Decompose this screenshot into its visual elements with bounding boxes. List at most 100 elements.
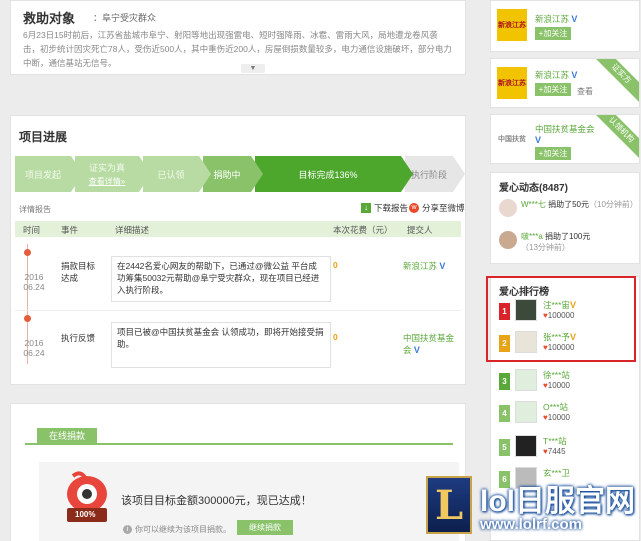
view-link[interactable]: 查看 (577, 86, 593, 97)
org-logo[interactable]: 中国扶贫 (497, 123, 527, 155)
watermark-url: www.lolrf.com (480, 516, 582, 533)
claimer-ribbon: 认领机构 (587, 115, 639, 163)
step-initiated: 项目发起 (15, 156, 83, 192)
weibo-mascot-icon (67, 471, 107, 522)
rank-name[interactable]: O***站 (543, 401, 568, 413)
org-name[interactable]: 中国扶贫基金会 V (535, 123, 595, 145)
rank-name[interactable]: 徐***站 (543, 369, 570, 381)
avatar[interactable] (515, 369, 537, 391)
download-label: 下载报告 (374, 203, 409, 213)
online-donation-panel: 在线捐款 100% 该项目目标金额300000元，现已达成！ i 你可以继续为该… (10, 403, 466, 541)
step-label: 已认领 (157, 169, 185, 180)
list-item: 啵***a 捐助了100元（13分钟前） (499, 231, 639, 259)
avatar[interactable] (515, 401, 537, 423)
progress-title: 项目进展 (19, 130, 68, 144)
col-cost: 本次花费（元） (333, 225, 393, 235)
step-goal-complete: 目标完成136% (255, 156, 413, 192)
row-detail: 项目已被@中国扶贫基金会 认领成功，即将开始接受捐助。 (111, 322, 331, 368)
leaderboard-item: 5 T***站 ♥7445 (499, 435, 635, 465)
org-logo[interactable]: 新浪江苏 (497, 67, 527, 99)
highlight-box (486, 276, 636, 362)
donation-feed: 爱心动态(8487) W***七 捐助了50元（10分钟前） 啵***a 捐助了… (490, 172, 640, 264)
row-detail: 在2442名爱心网友的帮助下，已通过@微公益 平台成功筹集50032元帮助@阜宁… (111, 256, 331, 302)
row-submitter[interactable]: 中国扶贫基金会 V (403, 332, 459, 356)
rescue-subject: ：阜宁受灾群众 (93, 13, 157, 23)
org-name[interactable]: 新浪江苏 V (535, 69, 577, 81)
info-icon: i (123, 525, 132, 534)
avatar[interactable] (499, 231, 517, 249)
step-claimed: 已认领 (143, 156, 211, 192)
avatar[interactable] (515, 435, 537, 457)
view-detail-link[interactable]: 查看详情» (89, 176, 125, 187)
watermark-title: lol日服官网 (480, 485, 635, 518)
org-card-claimer: 中国扶贫 中国扶贫基金会 V +加关注 认领机构 (490, 114, 640, 164)
row-submitter[interactable]: 新浪江苏 V (403, 260, 459, 272)
share-label: 分享至微博 (422, 203, 465, 213)
verified-v-icon: V (535, 135, 542, 145)
col-event: 事件 (61, 225, 79, 235)
col-submitter: 提交人 (407, 225, 433, 235)
expand-chevron-icon[interactable]: ▼ (241, 64, 265, 73)
lol-logo: L (426, 476, 472, 534)
row-date: 2016 06.24 (23, 338, 45, 358)
org-logo[interactable]: 新浪江苏 (497, 9, 527, 41)
leaderboard-item: 4 O***站 ♥10000 (499, 401, 635, 431)
table-header: 时间 事件 详细描述 本次花费（元） 提交人 (15, 221, 461, 237)
verified-v-icon: V (571, 14, 578, 24)
row-event: 执行反馈 (61, 333, 96, 343)
badge-100-percent: 100% (75, 510, 96, 519)
step-label: 证实为真 (88, 163, 125, 173)
rank-value: 7445 (547, 447, 566, 456)
org-name[interactable]: 新浪江苏 V (535, 13, 577, 25)
step-label: 目标完成136% (298, 169, 358, 180)
feed-user[interactable]: W***七 (521, 200, 546, 209)
progress-steps: 项目发起 证实为真 查看详情» 已认领 捐助中 目标完成136% 执行阶段 (15, 156, 465, 192)
org-card: 新浪江苏 新浪江苏 V +加关注 (490, 0, 640, 52)
rescue-target-card: 救助对象 ：阜宁受灾群众 6月23日15时前后，江苏省盐城市阜宁、射阳等地出现强… (10, 0, 466, 75)
donation-message: 该项目目标金额300000元，现已达成！ (121, 495, 312, 507)
step-label: 项目发起 (24, 169, 61, 180)
feed-title: 爱心动态(8487) (499, 183, 568, 194)
rank-value: 10000 (547, 381, 570, 390)
project-progress-panel: 项目进展 项目发起 证实为真 查看详情» 已认领 捐助中 目标完成136% 执行… (10, 115, 466, 385)
rescue-description: 6月23日15时前后，江苏省盐城市阜宁、射阳等地出现强雷电、短时强降雨、冰雹、雷… (23, 30, 452, 68)
rank-number: 4 (499, 405, 510, 422)
col-time: 时间 (23, 225, 41, 235)
download-icon: ↓ (361, 203, 371, 213)
follow-button[interactable]: +加关注 (535, 83, 571, 96)
step-label: 捐助中 (213, 169, 241, 180)
verified-v-icon: V (413, 345, 420, 355)
row-date: 2016 06.24 (23, 272, 45, 292)
row-cost: 0 (333, 260, 338, 270)
donation-note: i 你可以继续为该项目捐款。 (123, 524, 231, 535)
verifier-ribbon: 证实方 (587, 59, 639, 107)
share-weibo-button[interactable]: w 分享至微博 (409, 202, 465, 214)
tab-online-donation[interactable]: 在线捐款 (37, 428, 97, 445)
org-card-verifier: 新浪江苏 新浪江苏 V +加关注 查看 证实方 (490, 58, 640, 108)
row-event: 捐款目标达成 (61, 261, 96, 283)
avatar[interactable] (499, 199, 517, 217)
download-report-button[interactable]: ↓ 下载报告 (361, 202, 408, 214)
donation-box: 100% 该项目目标金额300000元，现已达成！ i 你可以继续为该项目捐款。… (39, 462, 459, 541)
continue-donate-button[interactable]: 继续捐款 (237, 520, 293, 535)
timeline-dot (24, 315, 31, 322)
step-verified[interactable]: 证实为真 查看详情» (75, 156, 151, 192)
timeline-dot (24, 249, 31, 256)
rank-value: 10000 (547, 413, 570, 422)
follow-button[interactable]: +加关注 (535, 27, 571, 40)
follow-button[interactable]: +加关注 (535, 147, 571, 160)
list-item: W***七 捐助了50元（10分钟前） (499, 199, 639, 227)
weibo-icon: w (409, 203, 419, 213)
rank-name[interactable]: T***站 (543, 435, 567, 447)
rank-number: 5 (499, 439, 510, 456)
step-label: 执行阶段 (410, 169, 447, 180)
leaderboard-item: 3 徐***站 ♥10000 (499, 369, 635, 399)
feed-user[interactable]: 啵***a (521, 232, 543, 241)
row-cost: 0 (333, 332, 338, 342)
detail-report-label: 详情报告 (19, 205, 51, 214)
col-detail: 详细描述 (115, 225, 150, 235)
rank-number: 3 (499, 373, 510, 390)
rescue-title: 救助对象 (23, 11, 76, 26)
verified-v-icon: V (439, 261, 446, 271)
verified-v-icon: V (571, 70, 578, 80)
